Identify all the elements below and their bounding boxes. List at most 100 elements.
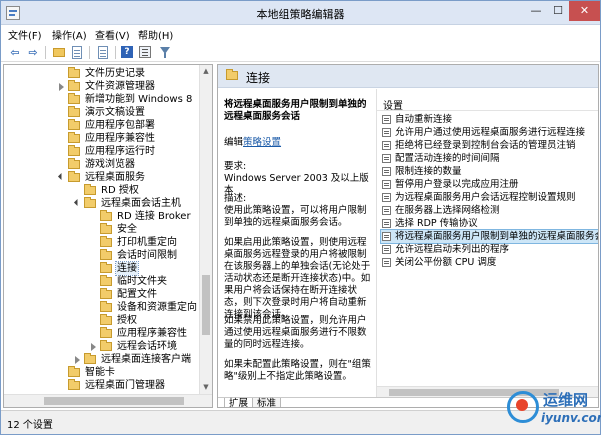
folder-icon <box>100 236 112 247</box>
setting-row[interactable]: 暂停用户登录以完成应用注册 <box>381 178 598 191</box>
folder-icon <box>100 314 112 325</box>
setting-row[interactable]: 选择 RDP 传输协议 <box>381 217 598 230</box>
folder-icon <box>100 249 112 260</box>
edit-policy-link[interactable]: 策略设置 <box>243 137 281 148</box>
collapse-arrow-icon[interactable] <box>57 172 66 181</box>
folder-icon <box>68 171 80 182</box>
folder-icon <box>68 106 80 117</box>
setting-row[interactable]: 拒绝将已经登录到控制台会话的管理员注销 <box>381 139 598 152</box>
expand-arrow-icon[interactable] <box>91 343 96 351</box>
folder-icon <box>68 132 80 143</box>
folder-icon <box>100 288 112 299</box>
menu-bar: 文件(F) 操作(A) 查看(V) 帮助(H) <box>1 25 600 43</box>
toolbar-separator <box>45 46 46 59</box>
folder-icon <box>100 223 112 234</box>
details-pane: 连接 将远程桌面服务用户限制到单独的远程桌面服务会话 编辑策略设置 要求: Wi… <box>217 64 599 408</box>
policy-setting-icon <box>382 206 391 215</box>
menu-file[interactable]: 文件(F) <box>8 27 42 42</box>
filter-icon[interactable] <box>157 45 173 60</box>
setting-row[interactable]: 配置活动连接的时间间隔 <box>381 152 598 165</box>
folder-icon <box>84 353 96 364</box>
setting-row[interactable]: 为远程桌面服务用户会话远程控制设置规则 <box>381 191 598 204</box>
watermark-en: iyunv.com <box>541 411 601 425</box>
setting-row[interactable]: 关闭公平份额 CPU 调度 <box>381 256 598 269</box>
policy-setting-icon <box>382 128 391 137</box>
policy-setting-icon <box>382 180 391 189</box>
help-icon[interactable]: ? <box>119 45 135 60</box>
watermark-cn: 运维网 <box>543 391 589 409</box>
setting-row[interactable]: 限制连接的数量 <box>381 165 598 178</box>
gpedit-window: 本地组策略编辑器 — ☐ ✕ 文件(F) 操作(A) 查看(V) 帮助(H) ⇦… <box>0 0 601 435</box>
scroll-up-arrow-icon[interactable]: ▲ <box>200 65 212 77</box>
folder-icon <box>68 80 80 91</box>
policy-setting-icon <box>382 193 391 202</box>
collapse-arrow-icon[interactable] <box>73 198 82 207</box>
setting-row[interactable]: 允许用户通过使用远程桌面服务进行远程连接 <box>381 126 598 139</box>
show-hide-tree-icon[interactable] <box>69 45 85 60</box>
setting-row-selected[interactable]: 将远程桌面服务用户限制到单独的远程桌面服务会 <box>380 229 598 244</box>
folder-icon <box>68 379 80 390</box>
folder-icon <box>100 275 112 286</box>
tab-standard[interactable]: 标准 <box>252 398 282 407</box>
details-header: 连接 <box>218 65 598 88</box>
requirements-label: 要求: <box>224 161 247 172</box>
properties-icon[interactable] <box>137 45 153 60</box>
policy-setting-icon <box>382 141 391 150</box>
folder-icon <box>68 93 80 104</box>
folder-icon <box>100 340 112 351</box>
setting-row[interactable]: 在服务器上选择网络检测 <box>381 204 598 217</box>
toolbar-separator <box>89 46 90 59</box>
forward-arrow-icon[interactable]: ⇨ <box>25 45 41 60</box>
up-folder-icon[interactable] <box>51 45 67 60</box>
menu-action[interactable]: 操作(A) <box>52 27 87 42</box>
folder-icon <box>100 301 112 312</box>
minimize-button[interactable]: — <box>525 1 547 21</box>
expand-arrow-icon[interactable] <box>59 83 64 91</box>
policy-setting-icon <box>382 219 391 228</box>
tab-extended[interactable]: 扩展 <box>224 398 254 407</box>
menu-view[interactable]: 查看(V) <box>95 27 130 42</box>
watermark-logo: 运维网 iyunv.com <box>507 385 601 433</box>
export-list-icon[interactable] <box>95 45 111 60</box>
folder-icon <box>84 197 96 208</box>
back-arrow-icon[interactable]: ⇦ <box>7 45 23 60</box>
close-button[interactable]: ✕ <box>569 1 600 21</box>
folder-icon <box>68 366 80 377</box>
policy-setting-icon <box>382 167 391 176</box>
disabled-paragraph: 如果禁用此策略设置，则允许用户通过使用远程桌面服务进行不限数量的同时远程连接。 <box>224 315 367 350</box>
settings-list: 设置 自动重新连接 允许用户通过使用远程桌面服务进行远程连接 拒绝将已经登录到控… <box>376 89 598 397</box>
policy-setting-icon <box>382 115 391 124</box>
setting-row[interactable]: 自动重新连接 <box>381 113 598 126</box>
description-label: 描述: <box>224 193 247 204</box>
title-bar: 本地组策略编辑器 — ☐ ✕ <box>1 1 600 25</box>
header-divider <box>377 110 598 111</box>
folder-icon <box>100 327 112 338</box>
toolbar: ⇦ ⇨ ? <box>1 43 600 62</box>
folder-icon <box>68 145 80 156</box>
folder-icon <box>100 210 112 221</box>
tree-horizontal-scrollbar[interactable] <box>4 394 212 407</box>
folder-icon <box>68 67 80 78</box>
folder-icon <box>68 158 80 169</box>
scroll-down-arrow-icon[interactable]: ▼ <box>200 381 212 393</box>
policy-setting-icon <box>382 245 391 254</box>
tree-hscroll-thumb[interactable] <box>44 397 184 405</box>
edit-line: 编辑策略设置 <box>224 137 374 149</box>
setting-row[interactable]: 允许远程启动未列出的程序 <box>381 243 598 256</box>
watermark-circle-icon <box>507 391 539 423</box>
menu-help[interactable]: 帮助(H) <box>138 27 173 42</box>
enabled-paragraph: 如果启用此策略设置，则使用远程桌面服务远程登录的用户将被限制在该服务器上的单独会… <box>224 237 371 320</box>
extended-description: 将远程桌面服务用户限制到单独的远程桌面服务会话 编辑策略设置 要求: Windo… <box>218 89 378 397</box>
policy-setting-icon <box>382 232 391 241</box>
maximize-button[interactable]: ☐ <box>547 1 569 21</box>
policy-title: 将远程桌面服务用户限制到单独的远程桌面服务会话 <box>224 99 367 122</box>
description-text: 使用此策略设置，可以将用户限制到单独的远程桌面服务会话。 <box>224 205 367 228</box>
folder-icon <box>100 262 112 273</box>
toolbar-separator <box>115 46 116 59</box>
status-text: 12 个设置 <box>7 420 53 431</box>
tree-vertical-scrollbar[interactable]: ▲ ▼ <box>199 65 212 394</box>
edit-prefix: 编辑 <box>224 137 244 148</box>
tree-scroll-thumb[interactable] <box>202 275 210 335</box>
folder-icon <box>84 184 96 195</box>
expand-arrow-icon[interactable] <box>75 356 80 364</box>
